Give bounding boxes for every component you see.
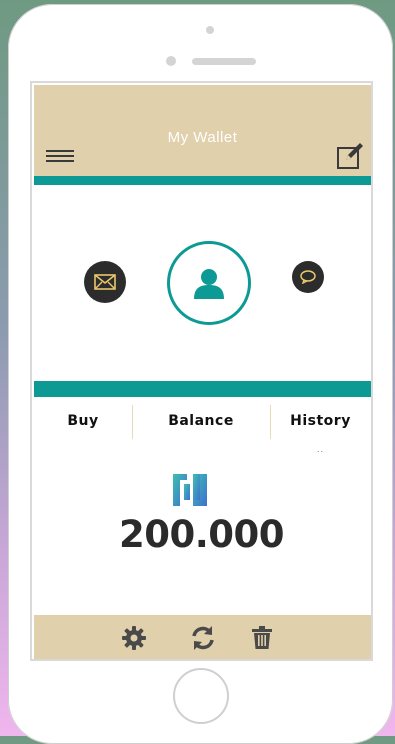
tab-history[interactable]: History bbox=[270, 401, 371, 441]
profile-avatar[interactable] bbox=[167, 241, 251, 325]
chat-button[interactable] bbox=[292, 261, 324, 293]
refresh-icon bbox=[192, 626, 214, 650]
delete-button[interactable] bbox=[248, 624, 276, 652]
refresh-button[interactable] bbox=[189, 624, 217, 652]
app-header: My Wallet bbox=[34, 85, 371, 176]
mail-button[interactable] bbox=[84, 261, 126, 303]
user-icon bbox=[194, 269, 224, 299]
bottom-toolbar bbox=[34, 615, 371, 659]
home-button[interactable] bbox=[173, 668, 229, 724]
settings-button[interactable] bbox=[120, 624, 148, 652]
front-camera bbox=[166, 56, 176, 66]
trash-icon bbox=[252, 626, 272, 649]
wallet-tabs: Buy Balance History bbox=[34, 401, 371, 441]
front-sensor bbox=[206, 26, 214, 34]
tab-buy[interactable]: Buy bbox=[34, 401, 132, 441]
tab-balance[interactable]: Balance bbox=[132, 401, 270, 441]
balance-amount: 200.000 bbox=[118, 513, 285, 556]
header-divider bbox=[34, 176, 371, 185]
section-divider bbox=[34, 381, 371, 397]
page-title: My Wallet bbox=[167, 129, 238, 146]
hamburger-menu-icon[interactable] bbox=[46, 150, 74, 166]
edit-icon[interactable] bbox=[336, 142, 364, 170]
gear-icon bbox=[122, 626, 146, 650]
chat-bubble-icon bbox=[300, 270, 316, 284]
earpiece-speaker bbox=[192, 58, 256, 65]
app-screen: My Wallet Buy Balance History .. 200.000 bbox=[30, 81, 373, 661]
tab-overflow-indicator: .. bbox=[317, 444, 325, 454]
brand-logo-icon bbox=[173, 474, 207, 506]
mail-icon bbox=[94, 274, 116, 290]
